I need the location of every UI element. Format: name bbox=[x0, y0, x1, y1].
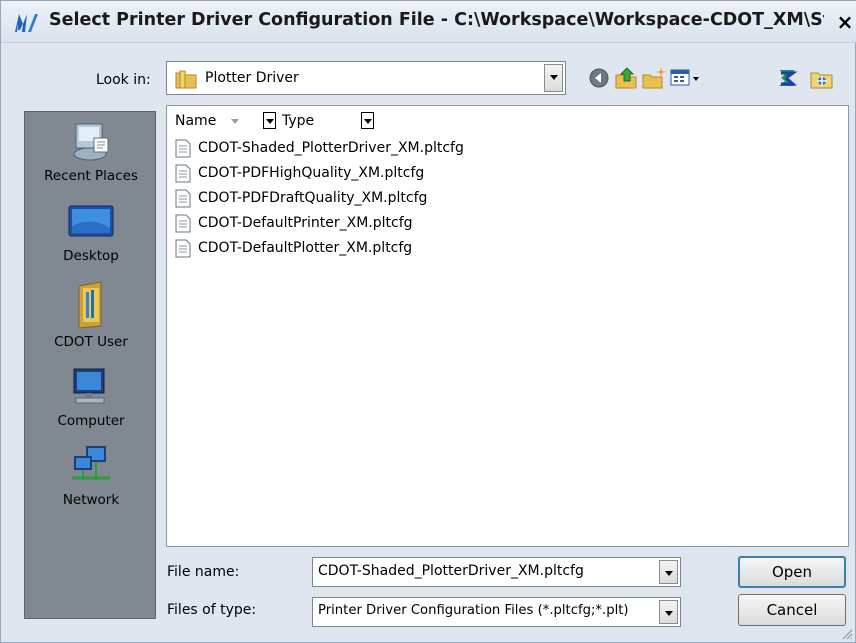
microstation-logo-icon bbox=[15, 14, 38, 32]
column-header-name[interactable]: Name bbox=[175, 110, 276, 132]
document-icon bbox=[175, 214, 191, 233]
sort-indicator-icon bbox=[231, 119, 239, 124]
place-cdot-user[interactable]: CDOT User bbox=[25, 280, 157, 350]
network-places-icon bbox=[72, 446, 110, 480]
view-menu-icon[interactable] bbox=[669, 65, 703, 91]
file-list[interactable]: Name Type CDOT-Shaded_PlotterDriver_XM.p… bbox=[166, 105, 849, 547]
place-label-network: Network bbox=[62, 492, 120, 508]
up-folder-icon[interactable] bbox=[613, 65, 639, 91]
document-icon bbox=[175, 239, 191, 258]
column-label-name: Name bbox=[175, 113, 217, 129]
cancel-button[interactable]: Cancel bbox=[738, 594, 846, 626]
recent-places-icon bbox=[73, 123, 109, 161]
file-name-value: CDOT-Shaded_PlotterDriver_XM.pltcfg bbox=[318, 563, 584, 579]
open-button[interactable]: Open bbox=[738, 556, 846, 588]
resize-grip-icon[interactable] bbox=[841, 628, 853, 640]
file-name-input[interactable]: CDOT-Shaded_PlotterDriver_XM.pltcfg bbox=[312, 557, 681, 587]
column-filter-arrow-type[interactable] bbox=[361, 112, 374, 129]
configuration-icon[interactable] bbox=[809, 65, 835, 91]
chevron-down-icon[interactable] bbox=[544, 64, 563, 92]
chevron-down-icon[interactable] bbox=[659, 600, 678, 624]
places-bar: Recent Places Desktop CDOT User Computer… bbox=[24, 111, 156, 619]
title-bar: Select Printer Driver Configuration File… bbox=[1, 1, 856, 43]
file-name: CDOT-PDFDraftQuality_XM.pltcfg bbox=[198, 190, 428, 206]
file-name: CDOT-PDFHighQuality_XM.pltcfg bbox=[198, 165, 425, 181]
look-in-dropdown[interactable]: Plotter Driver bbox=[166, 61, 566, 95]
file-name: CDOT-DefaultPrinter_XM.pltcfg bbox=[198, 215, 413, 231]
place-label-cdot-user: CDOT User bbox=[54, 334, 128, 350]
place-label-desktop: Desktop bbox=[63, 248, 119, 264]
files-of-type-value: Printer Driver Configuration Files (*.pl… bbox=[318, 603, 629, 618]
window-title: Select Printer Driver Configuration File… bbox=[49, 10, 824, 30]
place-network[interactable]: Network bbox=[25, 444, 157, 508]
file-name: CDOT-Shaded_PlotterDriver_XM.pltcfg bbox=[198, 140, 464, 156]
column-header-type[interactable]: Type bbox=[275, 110, 375, 132]
document-icon bbox=[175, 189, 191, 208]
column-label-type: Type bbox=[282, 113, 315, 129]
look-in-value: Plotter Driver bbox=[205, 70, 299, 86]
chevron-down-icon[interactable] bbox=[659, 560, 678, 584]
select-printer-driver-dialog: Select Printer Driver Configuration File… bbox=[0, 0, 856, 643]
desktop-icon bbox=[68, 205, 114, 237]
files-of-type-label: Files of type: bbox=[167, 602, 257, 618]
computer-icon bbox=[73, 368, 105, 404]
document-icon bbox=[175, 139, 191, 158]
user-folder-icon bbox=[78, 281, 102, 329]
back-icon[interactable] bbox=[586, 65, 612, 91]
place-label-recent-places: Recent Places bbox=[44, 168, 138, 184]
place-recent-places[interactable]: Recent Places bbox=[25, 120, 157, 184]
place-label-computer: Computer bbox=[57, 413, 125, 429]
file-name-label: File name: bbox=[167, 564, 240, 580]
folder-icon bbox=[175, 70, 197, 89]
close-button[interactable]: × bbox=[833, 7, 856, 37]
network-icon[interactable] bbox=[775, 65, 801, 91]
file-name: CDOT-DefaultPlotter_XM.pltcfg bbox=[198, 240, 413, 256]
place-computer[interactable]: Computer bbox=[25, 365, 157, 429]
new-folder-icon[interactable] bbox=[641, 65, 667, 91]
place-desktop[interactable]: Desktop bbox=[25, 202, 157, 264]
document-icon bbox=[175, 164, 191, 183]
look-in-label: Look in: bbox=[96, 72, 151, 88]
files-of-type-dropdown[interactable]: Printer Driver Configuration Files (*.pl… bbox=[312, 597, 681, 627]
